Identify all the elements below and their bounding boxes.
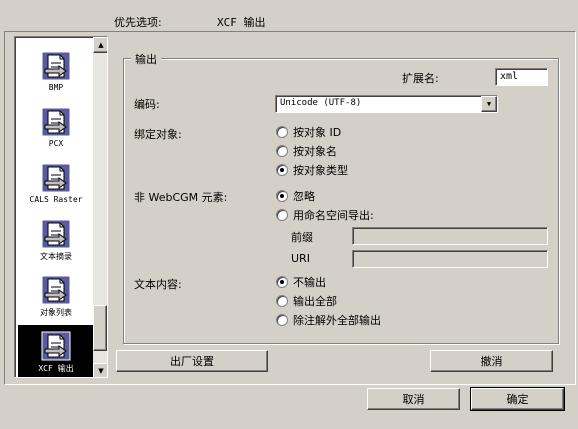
radio-option[interactable]: 按对象名 <box>276 143 348 159</box>
radio-button[interactable] <box>276 126 288 138</box>
category-list[interactable]: BMP PCX CALS Raster 文本摘录对象列表 XCF 输出 ▲ ▼ <box>14 36 108 378</box>
preferences-title: 优先选项: <box>114 16 162 29</box>
radio-button[interactable] <box>276 164 288 176</box>
radio-label: 用命名空间导出: <box>293 209 374 222</box>
uri-input[interactable] <box>352 250 548 268</box>
preferences-subtitle: XCF 输出 <box>217 16 266 29</box>
radio-option[interactable]: 输出全部 <box>276 293 381 309</box>
extension-input[interactable]: xml <box>495 68 548 86</box>
sidebar-item[interactable]: XCF 输出 <box>18 325 94 377</box>
radio-label: 输出全部 <box>293 295 337 308</box>
radio-button[interactable] <box>276 314 288 326</box>
document-arrow-icon <box>41 107 71 137</box>
radio-label: 按对象 ID <box>293 126 342 139</box>
sidebar-item[interactable]: 对象列表 <box>18 269 94 323</box>
scrollbar-thumb[interactable] <box>93 305 107 351</box>
document-arrow-icon <box>41 275 71 305</box>
scroll-up-button[interactable]: ▲ <box>93 37 107 53</box>
sidebar-item-label: 文本摘录 <box>40 252 72 261</box>
bind-options: 按对象 ID 按对象名按对象类型 <box>276 124 348 181</box>
radio-button[interactable] <box>276 145 288 157</box>
sidebar-item-label: XCF 输出 <box>38 364 74 373</box>
factory-settings-button[interactable]: 出厂设置 <box>116 350 268 372</box>
sidebar-item-label: PCX <box>48 139 64 148</box>
document-arrow-icon <box>41 331 71 361</box>
radio-label: 忽略 <box>293 190 315 203</box>
radio-option[interactable]: 不输出 <box>276 274 381 290</box>
radio-button[interactable] <box>276 295 288 307</box>
text-options: 不输出输出全部除注解外全部输出 <box>276 274 381 331</box>
radio-button[interactable] <box>276 276 288 288</box>
sidebar-item-label: 对象列表 <box>40 308 72 317</box>
group-title: 输出 <box>131 51 161 67</box>
radio-label: 除注解外全部输出 <box>293 314 381 327</box>
encoding-value: Unicode (UTF-8) <box>280 98 362 108</box>
nonweb-label: 非 WebCGM 元素: <box>134 191 228 204</box>
ok-button[interactable]: 确定 <box>470 387 565 411</box>
extension-label: 扩展名: <box>402 72 439 85</box>
prefix-label: 前缀 <box>291 231 313 244</box>
radio-label: 不输出 <box>293 276 326 289</box>
scroll-down-button[interactable]: ▼ <box>93 363 107 377</box>
encoding-select[interactable]: Unicode (UTF-8) ▼ <box>275 95 498 113</box>
document-arrow-icon <box>41 219 71 249</box>
cancel-button[interactable]: 取消 <box>367 388 460 410</box>
encoding-label: 编码: <box>134 98 160 111</box>
undo-button[interactable]: 撤消 <box>430 350 553 372</box>
radio-option[interactable]: 忽略 <box>276 188 374 204</box>
document-arrow-icon <box>41 51 71 81</box>
radio-option[interactable]: 按对象类型 <box>276 162 348 178</box>
text-content-label: 文本内容: <box>134 278 182 291</box>
chevron-down-icon[interactable]: ▼ <box>481 96 497 112</box>
radio-label: 按对象类型 <box>293 164 348 177</box>
nonweb-options: 忽略用命名空间导出: <box>276 188 374 226</box>
sidebar-item[interactable]: 文本摘录 <box>18 213 94 267</box>
uri-label: URI <box>291 252 310 265</box>
sidebar-item-label: CALS Raster <box>29 195 83 204</box>
list-scrollbar[interactable]: ▲ ▼ <box>93 37 107 377</box>
radio-option[interactable]: 按对象 ID <box>276 124 348 140</box>
radio-button[interactable] <box>276 190 288 202</box>
prefix-input[interactable] <box>352 227 548 245</box>
sidebar-item[interactable]: BMP <box>18 45 94 99</box>
sidebar-item[interactable]: PCX <box>18 101 94 155</box>
radio-button[interactable] <box>276 209 288 221</box>
radio-option[interactable]: 除注解外全部输出 <box>276 312 381 328</box>
radio-label: 按对象名 <box>293 145 337 158</box>
document-arrow-icon <box>41 163 71 193</box>
radio-option[interactable]: 用命名空间导出: <box>276 207 374 223</box>
sidebar-item-label: BMP <box>48 83 64 92</box>
bind-label: 绑定对象: <box>134 128 182 141</box>
sidebar-item[interactable]: CALS Raster <box>18 157 94 211</box>
